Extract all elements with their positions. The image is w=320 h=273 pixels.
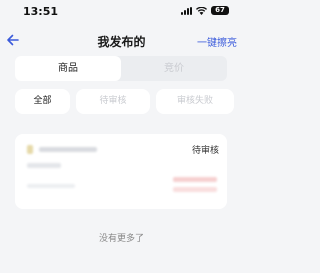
status-bar: 13:51 67 [0, 0, 243, 26]
nav-bar: 我发布的 一键擦亮 [0, 28, 243, 54]
filter-failed[interactable]: 审核失败 [156, 89, 234, 114]
item-title-blurred [39, 147, 97, 152]
item-thumbnail [27, 145, 33, 154]
wifi-icon [196, 6, 207, 15]
item-subtitle-blurred [27, 163, 61, 168]
status-icons: 67 [181, 6, 229, 15]
tab-bidding[interactable]: 竞价 [121, 56, 227, 81]
no-more-label: 没有更多了 [98, 234, 144, 244]
filter-all[interactable]: 全部 [15, 89, 70, 114]
segmented-control: 商品 竞价 [15, 56, 227, 81]
status-time: 13:51 [23, 5, 59, 18]
filter-chips: 全部 待审核 审核失败 [15, 89, 234, 114]
polish-all-button[interactable]: 一键擦亮 [197, 34, 237, 49]
filter-pending[interactable]: 待审核 [76, 89, 150, 114]
listing-card[interactable]: 待审核 [15, 134, 227, 209]
item-price-extra-blurred [173, 187, 217, 192]
signal-icon [181, 6, 192, 15]
tab-goods[interactable]: 商品 [15, 56, 121, 81]
status-badge: 待审核 [191, 146, 219, 156]
item-price-blurred [173, 177, 217, 182]
item-meta-blurred [27, 184, 75, 188]
battery-icon: 67 [211, 6, 229, 15]
